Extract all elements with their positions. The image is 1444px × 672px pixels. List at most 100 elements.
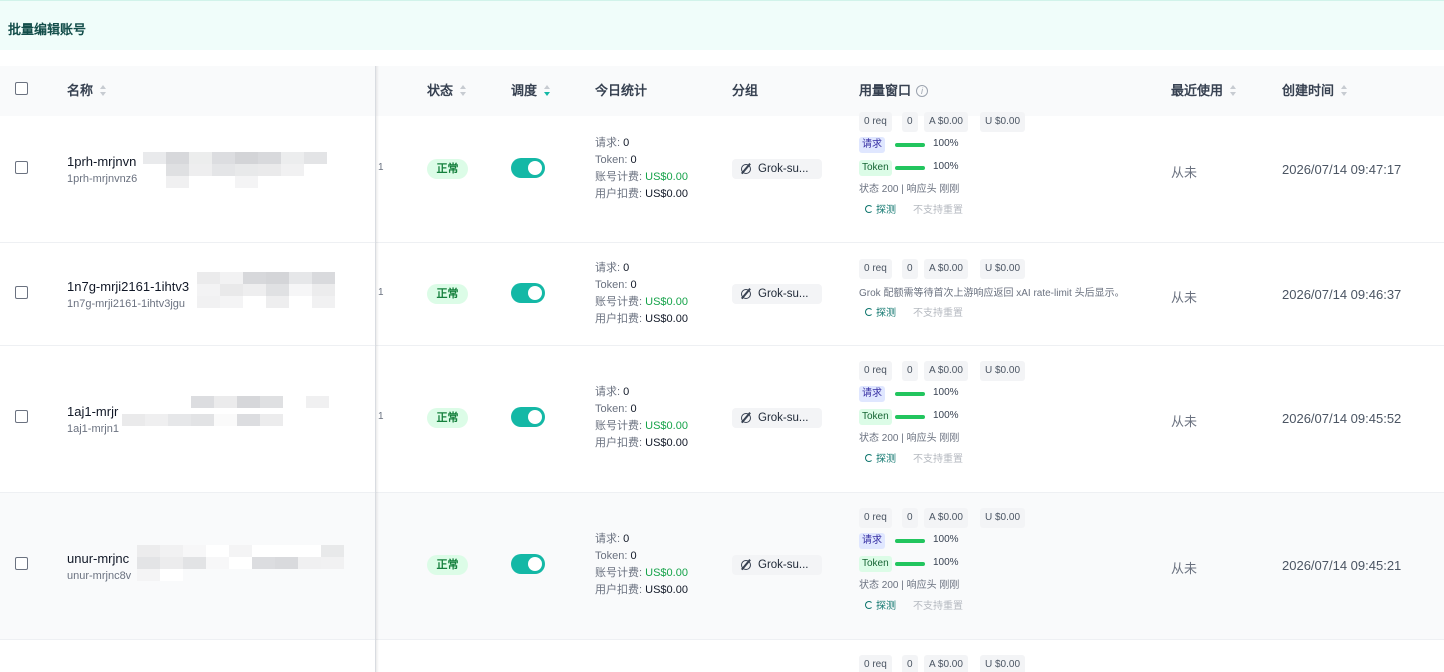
no-reset-label: 不支持重置 <box>913 601 963 612</box>
progress-bar <box>895 539 925 543</box>
created-at: 2026/07/14 09:47:17 <box>1282 162 1402 177</box>
group-chip[interactable]: Grok-su... <box>732 408 822 428</box>
group-icon <box>741 560 751 570</box>
column-header-schedule[interactable]: 调度 <box>511 66 551 116</box>
probe-button[interactable]: 探测 <box>865 597 896 612</box>
sticky-column-divider <box>375 66 376 672</box>
group-icon <box>741 413 751 423</box>
row-checkbox[interactable] <box>15 557 28 570</box>
refresh-icon <box>865 454 873 463</box>
account-name: 1n7g-mrji2161-1ihtv3 <box>67 279 190 294</box>
probe-button[interactable]: 探测 <box>865 201 896 216</box>
refresh-icon <box>865 308 873 317</box>
schedule-toggle[interactable] <box>511 283 545 303</box>
row-checkbox[interactable] <box>15 286 28 299</box>
token-usage-bar: Token 100% <box>859 158 1159 178</box>
redacted-mosaic <box>143 152 343 188</box>
sort-icon[interactable] <box>459 84 467 97</box>
row-checkbox[interactable] <box>15 410 28 423</box>
table-row[interactable]: 1aj1-mrjr 1aj1-mrjn1 1 正常 请求: 0 Token: 0… <box>0 346 1444 493</box>
column-header-created-at[interactable]: 创建时间 <box>1282 66 1348 116</box>
redacted-mosaic <box>122 396 329 432</box>
usage-chips: 0 req 0 A $0.00 U $0.00 <box>859 508 1159 528</box>
user-cost-chip: U $0.00 <box>980 112 1026 132</box>
token-usage-bar: Token 100% <box>859 554 1159 574</box>
usage-window: 0 req 0 A $0.00 U $0.00 Grok 配额需等待首次上游响应… <box>859 259 1159 322</box>
account-cost-chip: A $0.00 <box>924 361 968 381</box>
sort-icon[interactable] <box>99 84 107 97</box>
progress-bar <box>895 392 925 396</box>
account-cost-chip: A $0.00 <box>924 508 968 528</box>
table-row[interactable]: unur-mrjnc unur-mrjnc8v 正常 请求: 0 Token: … <box>0 493 1444 640</box>
no-reset-label: 不支持重置 <box>913 205 963 216</box>
status-badge: 正常 <box>427 555 468 575</box>
row-checkbox[interactable] <box>15 161 28 174</box>
req-chip: 0 req <box>859 655 892 672</box>
redacted-mosaic <box>137 545 344 581</box>
today-stats: 请求: 0 Token: 0 账号计费: US$0.00 用户扣费: US$0.… <box>595 386 688 449</box>
group-chip[interactable]: Grok-su... <box>732 159 822 179</box>
account-id: unur-mrjnc8v <box>67 570 132 582</box>
count-chip: 0 <box>902 259 918 279</box>
account-name: 1aj1-mrjr <box>67 404 119 419</box>
usage-note: 状态 200 | 响应头 刚刚 <box>859 184 960 195</box>
sort-icon[interactable] <box>1340 84 1348 97</box>
usage-window: 0 req 0 A $0.00 U $0.00 请求 100% Token 100%… <box>859 361 1159 468</box>
table-row[interactable]: 1n7g-mrji2161-1ihtv3 1n7g-mrji2161-1ihtv… <box>0 243 1444 346</box>
today-stats: 请求: 0 Token: 0 账号计费: US$0.00 用户扣费: US$0.… <box>595 137 688 200</box>
progress-bar <box>895 562 925 566</box>
table-header: 名称 状态 调度 今日统计 分组 用量窗口 最近使用 创建时间 <box>0 66 1444 116</box>
created-at: 2026/07/14 09:45:52 <box>1282 411 1402 426</box>
column-header-last-used[interactable]: 最近使用 <box>1171 66 1237 116</box>
account-name: 1prh-mrjnvn <box>67 154 137 169</box>
column-header-status[interactable]: 状态 <box>427 66 467 116</box>
account-id: 1n7g-mrji2161-1ihtv3jgu <box>67 298 186 310</box>
table-row[interactable]: 1prh-mrjnvn 1prh-mrjnvnz6 1 正常 请求: 0 Tok… <box>0 112 1444 243</box>
user-cost-chip: U $0.00 <box>980 259 1026 279</box>
account-cost-chip: A $0.00 <box>924 655 968 672</box>
usage-chips: 0 req 0 A $0.00 U $0.00 <box>859 259 1159 279</box>
count-chip: 0 <box>902 508 918 528</box>
probe-button[interactable]: 探测 <box>865 450 896 465</box>
progress-bar <box>895 415 925 419</box>
created-at: 2026/07/14 09:45:21 <box>1282 558 1402 573</box>
req-chip: 0 req <box>859 361 892 381</box>
progress-bar <box>895 166 925 170</box>
select-all-checkbox[interactable] <box>15 82 28 95</box>
req-usage-bar: 请求 100% <box>859 384 1159 404</box>
info-icon[interactable] <box>916 84 929 97</box>
usage-chips: 0 req 0 A $0.00 U $0.00 <box>859 655 1159 672</box>
column-header-group: 分组 <box>732 83 759 98</box>
last-used: 从未 <box>1171 165 1198 180</box>
column-header-usage-window: 用量窗口 <box>859 66 929 116</box>
bulk-edit-banner: 批量编辑账号 <box>0 0 1444 50</box>
column-header-name[interactable]: 名称 <box>67 66 107 116</box>
group-chip[interactable]: Grok-su... <box>732 284 822 304</box>
last-used: 从未 <box>1171 290 1198 305</box>
usage-actions: 探测 不支持重置 <box>859 201 1159 219</box>
user-cost-chip: U $0.00 <box>980 361 1026 381</box>
column-header-today-stats: 今日统计 <box>595 83 648 98</box>
account-id: 1prh-mrjnvnz6 <box>67 173 138 185</box>
schedule-toggle[interactable] <box>511 158 545 178</box>
token-usage-bar: Token 100% <box>859 407 1159 427</box>
usage-actions: 探测 不支持重置 <box>859 597 1159 615</box>
table-row[interactable]: 0 req 0 A $0.00 U $0.00 <box>0 640 1444 672</box>
probe-button[interactable]: 探测 <box>865 304 896 319</box>
created-at: 2026/07/14 09:46:37 <box>1282 287 1402 302</box>
bulk-edit-label[interactable]: 批量编辑账号 <box>8 19 86 38</box>
sort-desc-icon[interactable] <box>543 84 551 97</box>
schedule-toggle[interactable] <box>511 554 545 574</box>
count-chip: 0 <box>902 112 918 132</box>
schedule-toggle[interactable] <box>511 407 545 427</box>
sort-icon[interactable] <box>1229 84 1237 97</box>
count-chip: 0 <box>902 361 918 381</box>
usage-chips: 0 req 0 A $0.00 U $0.00 <box>859 361 1159 381</box>
account-cost-chip: A $0.00 <box>924 259 968 279</box>
usage-note: Grok 配额需等待首次上游响应返回 xAI rate-limit 头后显示。 <box>859 288 1125 299</box>
usage-chips: 0 req 0 A $0.00 U $0.00 <box>859 112 1159 132</box>
status-badge: 正常 <box>427 408 468 428</box>
usage-window: 0 req 0 A $0.00 U $0.00 请求 100% Token 100%… <box>859 508 1159 615</box>
status-badge: 正常 <box>427 284 468 304</box>
group-chip[interactable]: Grok-su... <box>732 555 822 575</box>
